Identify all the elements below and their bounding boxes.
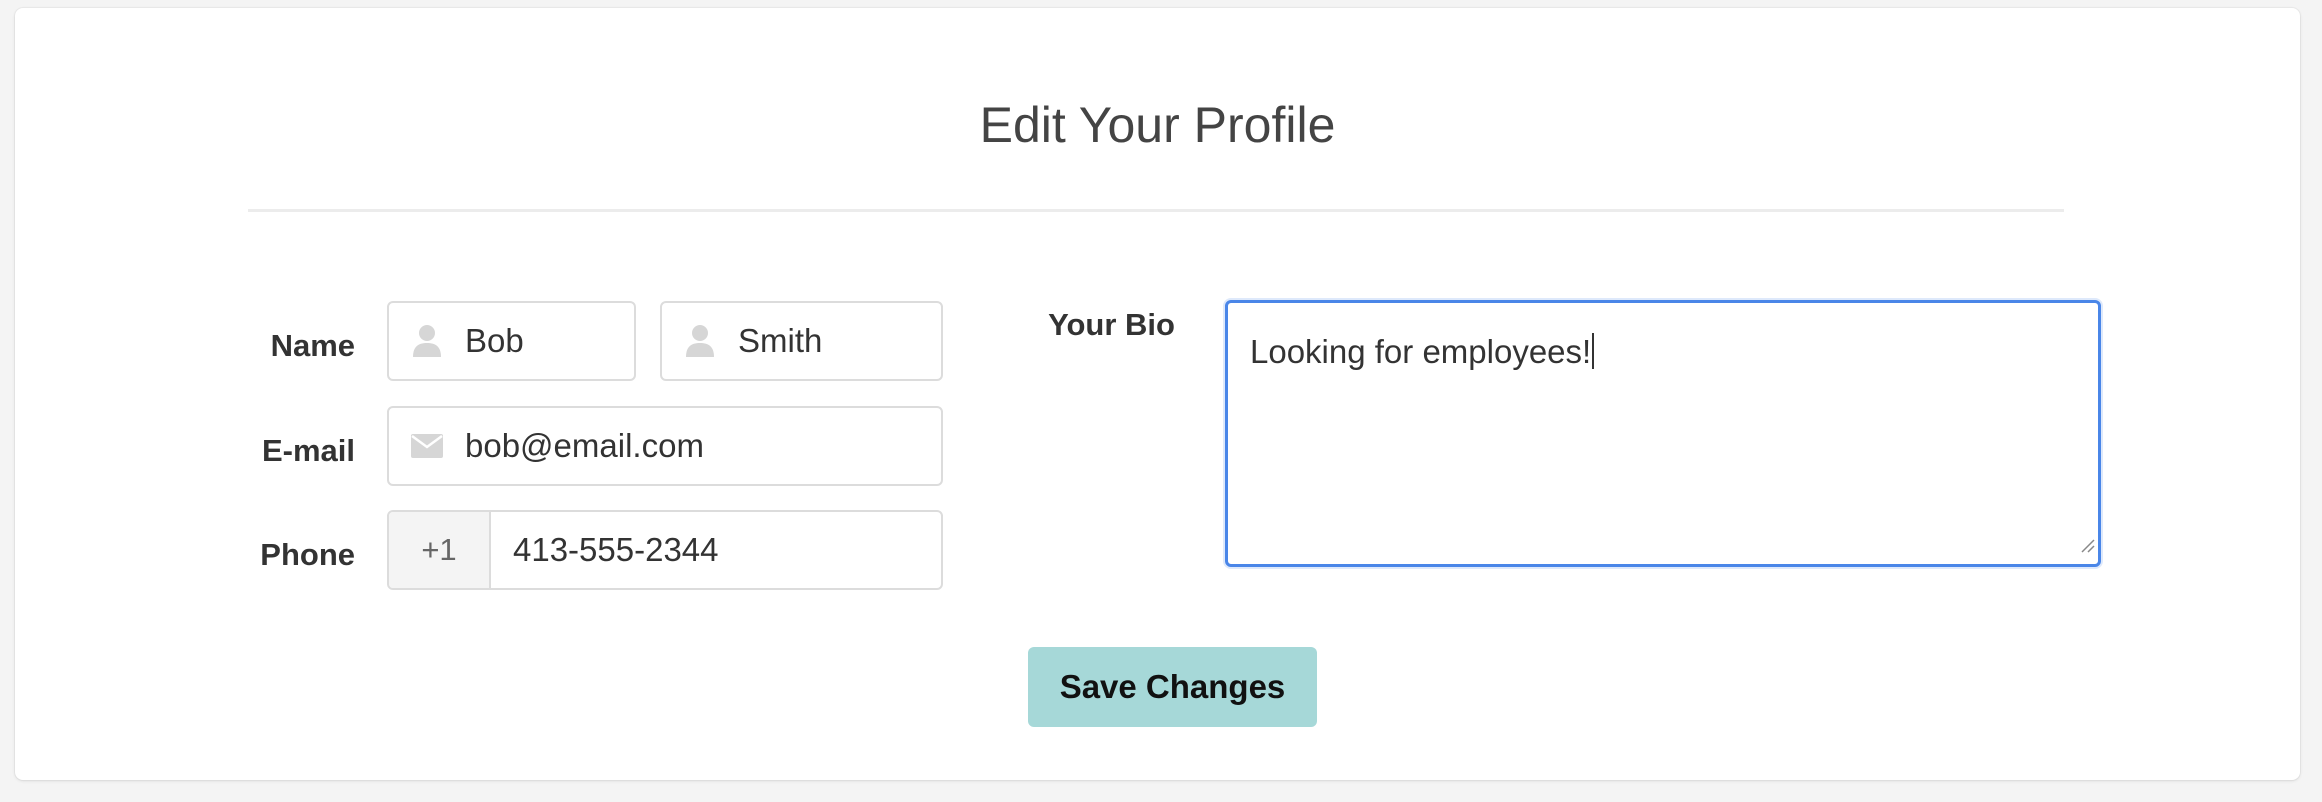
bio-textarea[interactable]: Looking for employees! xyxy=(1225,300,2101,567)
envelope-icon xyxy=(389,434,465,458)
first-name-value: Bob xyxy=(465,322,524,359)
bio-text: Looking for employees! xyxy=(1250,333,1592,370)
profile-card: Edit Your Profile Name Bob Smith E-mail … xyxy=(15,8,2300,780)
email-field[interactable]: bob@email.com xyxy=(387,406,943,486)
name-label: Name xyxy=(270,328,355,363)
phone-field[interactable]: +1 413-555-2344 xyxy=(387,510,943,590)
phone-value: 413-555-2344 xyxy=(513,531,719,568)
page-title: Edit Your Profile xyxy=(979,97,1336,153)
first-name-field[interactable]: Bob xyxy=(387,301,636,381)
title-divider xyxy=(248,209,2064,212)
phone-label: Phone xyxy=(260,537,355,572)
phone-country-code: +1 xyxy=(389,512,491,588)
save-changes-button[interactable]: Save Changes xyxy=(1028,647,1317,727)
text-caret xyxy=(1592,333,1595,369)
email-label: E-mail xyxy=(261,433,355,468)
email-value: bob@email.com xyxy=(465,427,704,464)
user-icon xyxy=(389,324,465,358)
resize-handle-icon[interactable] xyxy=(2079,523,2095,561)
user-icon xyxy=(662,324,738,358)
bio-label: Your Bio xyxy=(1048,307,1175,342)
